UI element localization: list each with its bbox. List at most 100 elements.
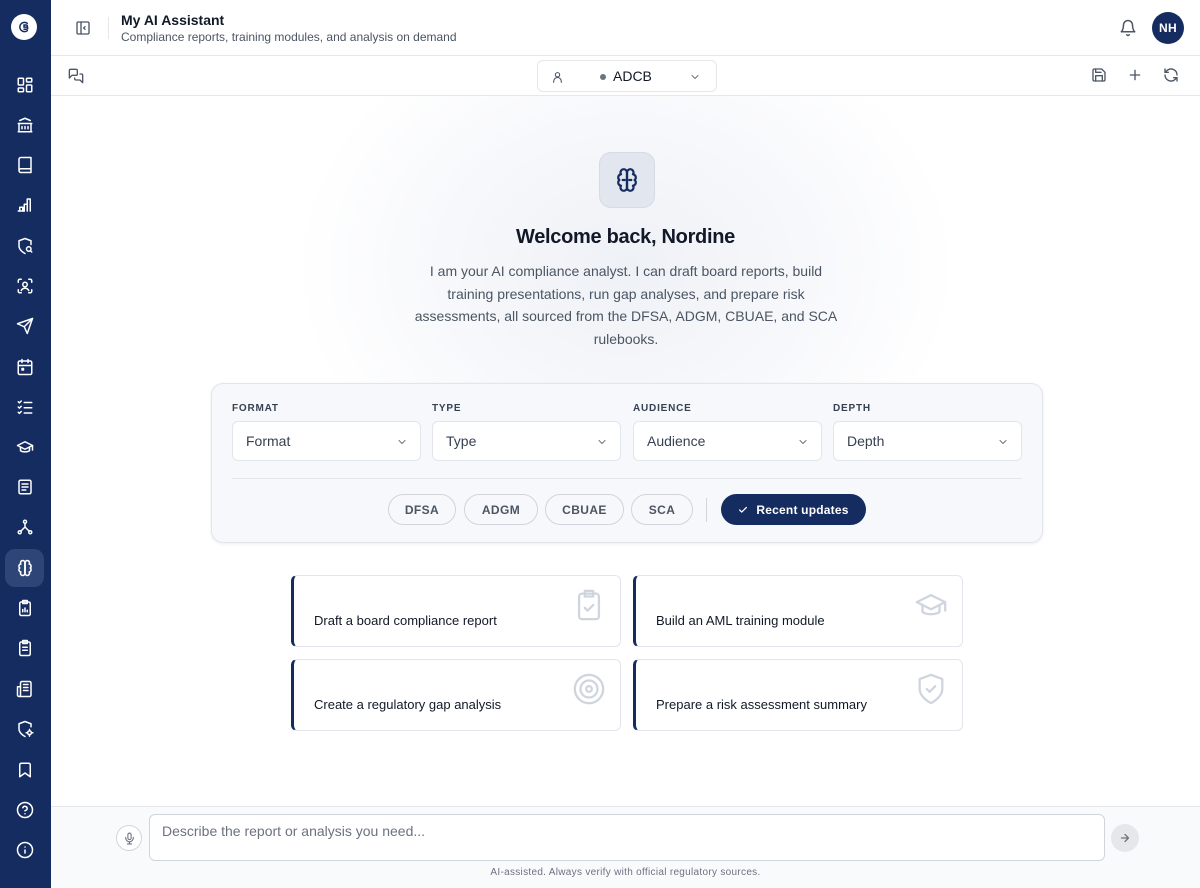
type-label: TYPE <box>432 403 462 414</box>
chevron-down-icon <box>999 440 1007 444</box>
clipboard-chart-icon <box>18 599 31 617</box>
brain-icon <box>17 559 32 577</box>
recent-updates-toggle[interactable]: Recent updates <box>721 494 866 525</box>
graduation-cap-icon <box>915 593 947 616</box>
dashboard-grid-icon <box>17 77 32 93</box>
checklist-icon <box>17 400 32 415</box>
ai-disclaimer: AI-assisted. Always verify with official… <box>490 867 761 878</box>
source-chip-adgm[interactable]: ADGM <box>464 494 538 525</box>
prompt-card-gap-analysis[interactable]: Create a regulatory gap analysis <box>291 659 621 731</box>
prompt-card-risk-assessment[interactable]: Prepare a risk assessment summary <box>633 659 963 731</box>
sidebar-item-saved[interactable] <box>5 751 44 789</box>
sidebar-item-network[interactable] <box>5 508 44 546</box>
sidebar-item-ai-assistant[interactable] <box>5 549 44 587</box>
source-chip-cbuae[interactable]: CBUAE <box>545 494 624 525</box>
source-chip-dfsa[interactable]: DFSA <box>388 494 456 525</box>
depth-select[interactable]: Depth <box>833 421 1022 461</box>
user-avatar[interactable]: NH <box>1152 12 1184 44</box>
header-divider <box>108 17 109 39</box>
entity-status-dot <box>600 74 606 80</box>
clipboard-icon <box>18 639 31 657</box>
refresh-button[interactable] <box>1163 67 1181 85</box>
sidebar-item-policy-settings[interactable] <box>5 710 44 748</box>
depth-select-value: Depth <box>847 433 885 449</box>
report-config-card: FORMAT Format TYPE Type AUDIENCE Audienc… <box>211 383 1043 543</box>
main-content: Welcome back, Nordine I am your AI compl… <box>51 96 1200 806</box>
sidebar-item-dashboard[interactable] <box>5 66 44 104</box>
shield-check-icon <box>918 673 944 705</box>
config-divider <box>232 478 1022 479</box>
chevron-down-icon <box>691 75 699 79</box>
sidebar-item-screening[interactable] <box>5 227 44 265</box>
arrow-right-icon <box>1120 833 1130 843</box>
new-chat-button[interactable] <box>1127 67 1145 85</box>
audience-select[interactable]: Audience <box>633 421 822 461</box>
sidebar <box>0 0 51 888</box>
sidebar-item-assessments[interactable] <box>5 629 44 667</box>
sidebar-item-reports[interactable] <box>5 589 44 627</box>
prompt-card-label: Build an AML training module <box>656 613 825 628</box>
format-label: FORMAT <box>232 403 279 414</box>
chevron-down-icon <box>799 440 807 444</box>
save-button[interactable] <box>1091 67 1109 85</box>
sidebar-item-news[interactable] <box>5 670 44 708</box>
panel-left-icon <box>76 21 90 35</box>
prompt-card-label: Create a regulatory gap analysis <box>314 697 502 712</box>
prompt-card-label: Prepare a risk assessment summary <box>656 697 867 712</box>
type-select[interactable]: Type <box>432 421 621 461</box>
sidebar-item-training[interactable] <box>5 428 44 466</box>
sidebar-item-info[interactable] <box>5 831 44 869</box>
message-history-icon <box>68 68 84 84</box>
sidebar-item-analytics[interactable] <box>5 186 44 224</box>
top-header: My AI Assistant Compliance reports, trai… <box>51 0 1200 56</box>
toolbar: ADCB <box>51 56 1200 96</box>
graduation-cap-icon <box>16 441 33 453</box>
book-icon <box>17 156 32 174</box>
network-icon <box>17 519 32 535</box>
format-select[interactable]: Format <box>232 421 421 461</box>
assistant-intro: I am your AI compliance analyst. I can d… <box>414 263 838 347</box>
prompt-card-aml-training[interactable]: Build an AML training module <box>633 575 963 647</box>
depth-label: DEPTH <box>833 403 871 414</box>
face-scan-icon <box>17 278 32 294</box>
chat-composer: AI-assisted. Always verify with official… <box>51 806 1200 888</box>
sidebar-item-tasks[interactable] <box>5 388 44 426</box>
shield-settings-icon <box>17 720 34 738</box>
chat-input[interactable] <box>149 814 1105 861</box>
notifications-button[interactable] <box>1119 19 1137 37</box>
user-icon <box>553 72 562 83</box>
sidebar-toggle-button[interactable] <box>73 18 93 38</box>
target-icon <box>573 673 605 705</box>
brand-logo-icon[interactable] <box>11 14 37 40</box>
page-subtitle: Compliance reports, training modules, an… <box>121 30 457 44</box>
help-circle-icon <box>16 801 33 819</box>
sidebar-item-documents[interactable] <box>5 468 44 506</box>
send-button[interactable] <box>1111 824 1139 852</box>
bar-chart-icon <box>17 198 31 212</box>
sidebar-item-institutions[interactable] <box>5 106 44 144</box>
brain-icon <box>617 168 637 192</box>
info-icon <box>16 841 33 859</box>
source-chip-sca[interactable]: SCA <box>631 494 693 525</box>
bookmark-icon <box>18 762 31 778</box>
sidebar-item-calendar[interactable] <box>5 348 44 386</box>
audience-select-value: Audience <box>647 433 706 449</box>
sidebar-item-rulebooks[interactable] <box>5 146 44 184</box>
chevron-down-icon <box>398 440 406 444</box>
voice-input-button[interactable] <box>116 825 142 851</box>
recent-updates-label: Recent updates <box>756 502 849 517</box>
send-icon <box>16 317 33 335</box>
bank-icon <box>17 117 32 133</box>
check-icon <box>739 506 748 513</box>
save-icon <box>1092 68 1106 82</box>
welcome-heading: Welcome back, Nordine <box>516 226 735 248</box>
prompt-card-board-report[interactable]: Draft a board compliance report <box>291 575 621 647</box>
clipboard-check-icon <box>577 589 601 621</box>
sidebar-item-kyc[interactable] <box>5 267 44 305</box>
sidebar-item-submissions[interactable] <box>5 307 44 345</box>
entity-select[interactable]: ADCB <box>537 60 717 92</box>
conversations-button[interactable] <box>68 68 84 84</box>
refresh-icon <box>1164 68 1178 82</box>
page-title: My AI Assistant <box>121 12 225 28</box>
sidebar-item-help[interactable] <box>5 791 44 829</box>
